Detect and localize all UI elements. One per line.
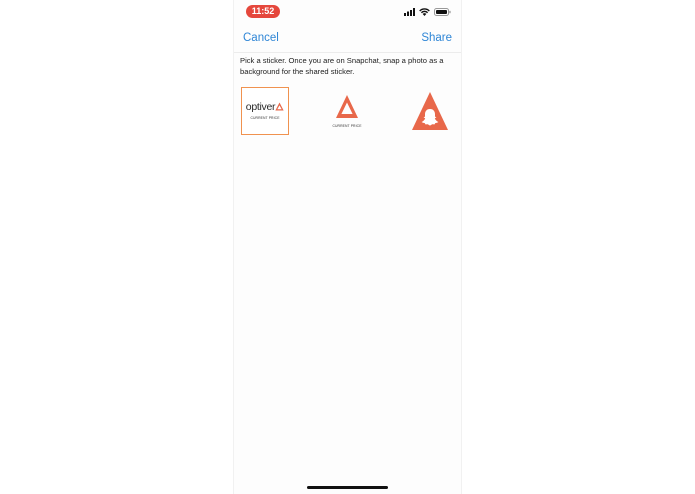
battery-icon [434,8,451,16]
home-indicator[interactable] [307,486,388,489]
cellular-signal-icon [404,8,415,16]
optiver-triangle-icon [336,95,358,118]
navigation-bar: Cancel Share [234,28,461,53]
cancel-button[interactable]: Cancel [243,32,279,44]
sticker-optiver-wordmark[interactable]: optiver CURRENT PRICE [241,87,289,135]
status-icons [404,7,451,17]
optiver-wordmark-text: optiver [245,101,276,113]
screen: 11:52 Cancel Share Pick a sticker. Once … [0,0,695,494]
sticker-optiver-triangle[interactable]: CURRENT PRICE [323,87,371,135]
share-button[interactable]: Share [421,32,452,44]
optiver-triangle-icon [275,102,284,111]
sticker-sub-label: CURRENT PRICE [332,124,362,128]
optiver-logo: optiver [242,101,288,113]
wifi-icon [419,8,430,16]
phone-screen: 11:52 Cancel Share Pick a sticker. Once … [234,0,461,494]
sticker-sub-label: CURRENT PRICE [250,116,280,120]
sticker-snapchat-triangle[interactable] [406,87,454,135]
status-time: 11:52 [246,5,280,18]
instructions-text: Pick a sticker. Once you are on Snapchat… [240,56,444,76]
snapchat-ghost-icon [412,92,448,130]
status-bar: 11:52 [234,0,461,24]
